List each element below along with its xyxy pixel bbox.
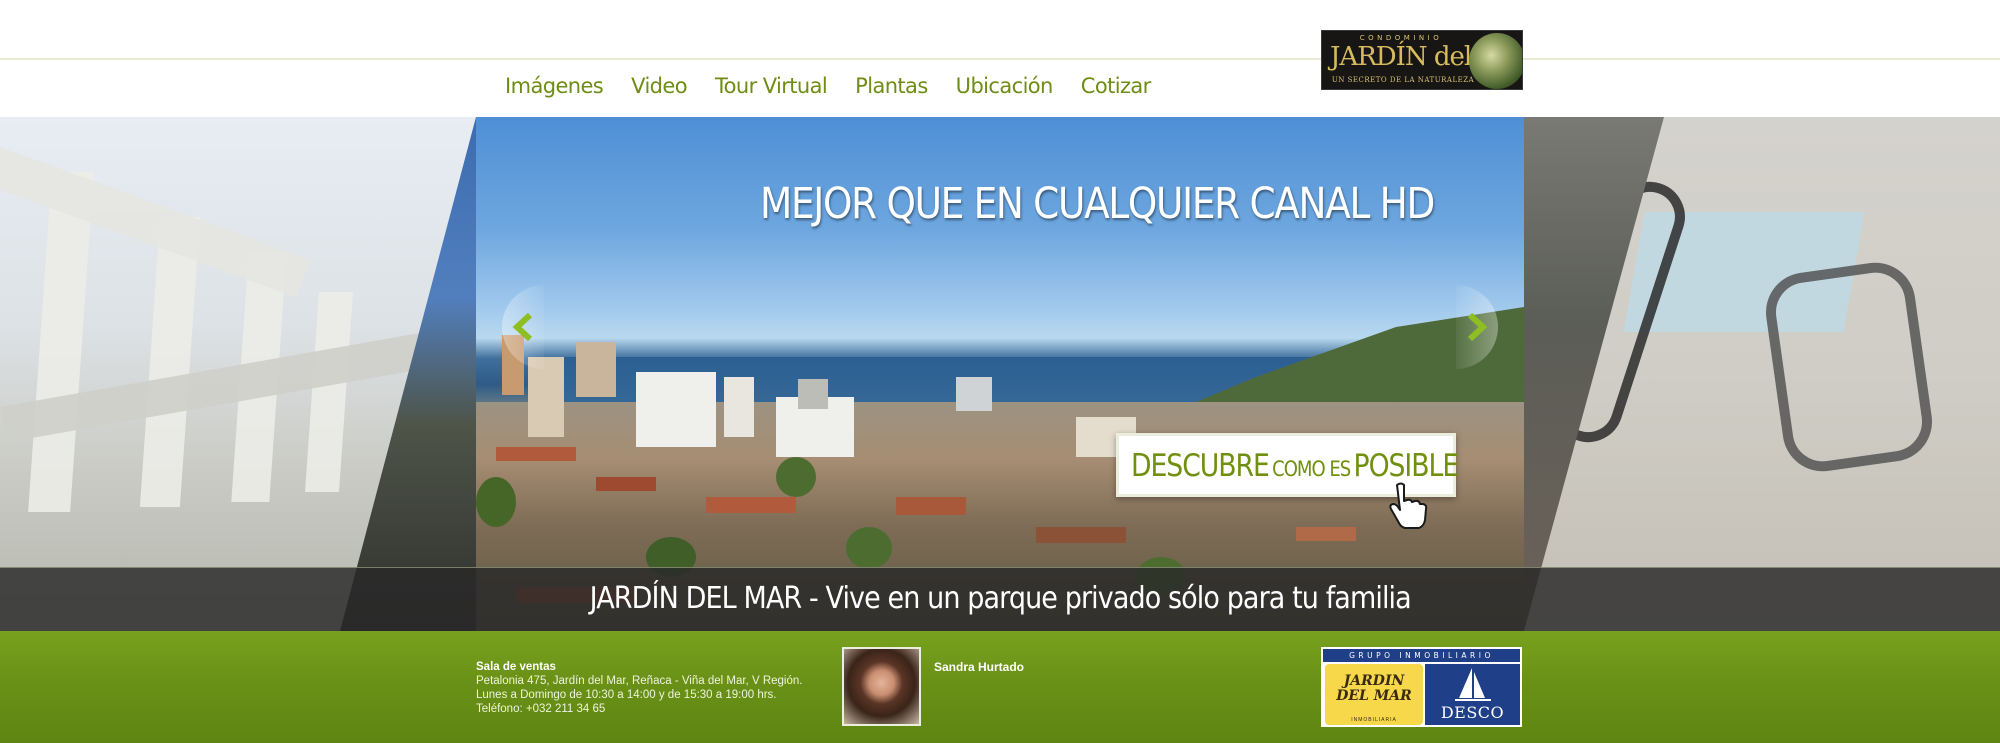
desco-logo: DESCO [1425, 664, 1520, 725]
slide-caption-text: JARDÍN DEL MAR - Vive en un parque priva… [589, 581, 1411, 616]
pergola-pillar [139, 217, 201, 507]
jardin-del-mar-logo: JARDIN DEL MAR INMOBILIARIA [1325, 664, 1423, 725]
site-logo[interactable]: CONDOMINIO JARDÍN del MAR UN SECRETO DE … [1321, 30, 1523, 90]
nav-link-plantas[interactable]: Plantas [855, 74, 928, 104]
nav-link-ubicacion[interactable]: Ubicación [956, 74, 1054, 104]
roof [1036, 527, 1126, 543]
building [636, 372, 716, 447]
chevron-right-icon [1467, 313, 1488, 341]
building [576, 342, 616, 397]
agent-photo [842, 647, 921, 726]
roof [596, 477, 656, 491]
roof [706, 497, 796, 513]
partner-logo-header: GRUPO INMOBILIARIO [1323, 649, 1520, 662]
nav-link-video[interactable]: Video [631, 74, 687, 104]
roof [896, 497, 966, 515]
building [798, 379, 828, 409]
sales-office-address: Petalonia 475, Jardín del Mar, Reñaca - … [476, 675, 803, 687]
hand-cursor-icon [1389, 482, 1428, 529]
header-divider [0, 58, 2000, 60]
sales-office-hours: Lunes a Domingo de 10:30 a 14:00 y de 15… [476, 689, 777, 701]
slide-caption: JARDÍN DEL MAR - Vive en un parque priva… [0, 581, 2000, 616]
logo-main-text: JARDÍN del MAR [1330, 42, 1523, 72]
cta-word-posible: POSIBLE [1353, 448, 1460, 484]
hero-slider: MEJOR QUE EN CUALQUIER CANAL HD DESCUBRE… [0, 117, 2000, 631]
jardin-del-mar-logo-sub: INMOBILIARIA [1351, 717, 1397, 723]
jardin-del-mar-logo-text: JARDIN DEL MAR [1336, 673, 1412, 704]
side-image-right [1524, 117, 2000, 631]
side-image-left [0, 117, 476, 631]
exercise-bike [1760, 257, 1938, 477]
chevron-left-icon [512, 313, 533, 341]
desco-sail-icon [1455, 668, 1491, 701]
cta-word-como-es: COMO ES [1272, 457, 1351, 481]
tree [476, 477, 516, 527]
cta-word-descubre: DESCUBRE [1131, 448, 1270, 484]
roof [1296, 527, 1356, 541]
site-footer: Sala de ventas Petalonia 475, Jardín del… [0, 631, 2000, 743]
sales-office-phone: Teléfono: +032 211 34 65 [476, 703, 606, 715]
slide-headline: MEJOR QUE EN CUALQUIER CANAL HD [760, 179, 1435, 229]
logo-globe-icon [1469, 33, 1522, 89]
partner-logo[interactable]: GRUPO INMOBILIARIO JARDIN DEL MAR INMOBI… [1321, 647, 1522, 727]
nav-link-tour-virtual[interactable]: Tour Virtual [715, 74, 828, 104]
main-nav: Imágenes Video Tour Virtual Plantas Ubic… [505, 74, 1151, 104]
pergola-pillar [28, 172, 94, 512]
logo-top-text: CONDOMINIO [1359, 34, 1443, 42]
building [956, 377, 992, 411]
cta-label: DESCUBRE COMO ES POSIBLE [1131, 448, 1460, 484]
sales-office-info: Sala de ventas Petalonia 475, Jardín del… [476, 660, 836, 716]
building [528, 357, 564, 437]
nav-link-cotizar[interactable]: Cotizar [1081, 74, 1152, 104]
tree [776, 457, 816, 497]
tree [846, 527, 892, 569]
site-header: Imágenes Video Tour Virtual Plantas Ubic… [0, 0, 2000, 117]
building [724, 377, 754, 437]
sales-office-title: Sala de ventas [476, 661, 556, 673]
agent-name: Sandra Hurtado [934, 660, 1025, 674]
roof [496, 447, 576, 461]
logo-tagline: UN SECRETO DE LA NATURALEZA [1331, 76, 1475, 84]
desco-logo-text: DESCO [1440, 703, 1505, 722]
pergola-pillar [305, 292, 353, 492]
nav-link-imagenes[interactable]: Imágenes [505, 74, 604, 104]
